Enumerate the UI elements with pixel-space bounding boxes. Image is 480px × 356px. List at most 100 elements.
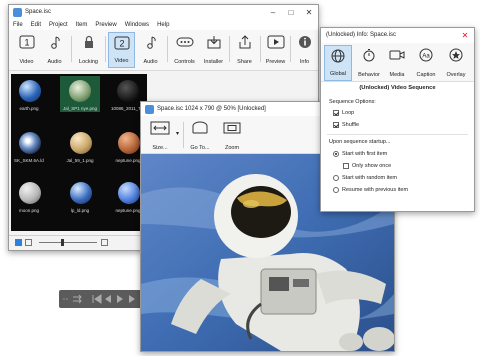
play-icon[interactable] [117, 295, 123, 303]
shuffle-icon[interactable] [73, 294, 82, 304]
chevron-down-icon[interactable]: ▾ [176, 130, 179, 137]
only-show-once-checkbox[interactable]: Only show once [343, 163, 391, 169]
toolbar-audio-1-button[interactable]: Audio [41, 32, 68, 68]
installer-icon [207, 36, 220, 49]
toolbar-label: Locking [79, 59, 98, 65]
tab-behavior[interactable]: Behavior [355, 45, 383, 81]
globe-icon [331, 49, 345, 63]
startup-label: Upon sequence startup... [329, 139, 390, 145]
prev-icon[interactable] [105, 295, 111, 303]
resume-previous-radio[interactable]: Resume with previous item [333, 187, 408, 193]
planet-image [118, 182, 140, 204]
tab-caption[interactable]: Aa Caption [412, 45, 440, 81]
toolbar-video-2-button[interactable]: 2 Video [108, 32, 135, 68]
svg-text:2: 2 [119, 39, 124, 49]
thumbnail-item[interactable]: earth.png [14, 76, 44, 112]
close-icon[interactable]: ✕ [300, 5, 318, 19]
toolbar-controls-button[interactable]: Controls [171, 32, 198, 68]
thumbnail-item[interactable]: lp_ld.png [65, 178, 95, 214]
startup-text: Upon sequence startup... [329, 139, 391, 145]
close-icon[interactable]: ✕ [456, 28, 474, 42]
planet-image [19, 80, 41, 102]
tab-media[interactable]: Media [384, 45, 410, 81]
toolbar-video-1-button[interactable]: 1 Video [13, 32, 40, 68]
app-icon [13, 7, 22, 17]
info-tabbar: Global Behavior Media Aa Caption Overlay [321, 43, 474, 82]
menu-windows[interactable]: Windows [121, 22, 153, 28]
radio-button[interactable] [333, 175, 339, 181]
main-toolbar: 1 Video Audio Locking 2 Video Audio Cont… [9, 30, 318, 71]
thumbnail-caption: neptune.png [115, 158, 141, 163]
thumbnail-item[interactable]: Jal_59_1.png [65, 128, 95, 164]
start-random-radio[interactable]: Start with random item [333, 175, 397, 181]
thumbnail-grid[interactable]: earth.png Jal_SP1 nye.png 10086_2011_Tra… [11, 74, 147, 231]
radio-label: Start with first item [342, 151, 388, 157]
toolbar-info-button[interactable]: Info [291, 32, 318, 68]
number-one-icon: 1 [19, 35, 34, 49]
menu-file[interactable]: File [9, 22, 27, 28]
thumbnail-caption: neptune.png [115, 208, 141, 213]
menu-help[interactable]: Help [153, 22, 173, 28]
radio-button[interactable] [333, 187, 339, 193]
thumbnail-item[interactable]: moon.png [14, 178, 44, 214]
music-note-icon [50, 36, 60, 49]
toolbar-installer-button[interactable]: Installer [200, 32, 227, 68]
menu-project[interactable]: Project [45, 22, 72, 28]
loop-checkbox[interactable]: Loop [333, 110, 354, 116]
thumbnail-caption: SK_SKM.6A.ld.png [14, 158, 44, 163]
main-window-title: Space.isc [25, 9, 52, 15]
loop-label: Loop [342, 110, 355, 116]
large-view-icon[interactable] [101, 239, 108, 246]
toolbar-label: Size... [152, 145, 168, 151]
toolbar-separator [229, 36, 230, 62]
size-button[interactable]: Size... [145, 118, 175, 154]
menu-preview[interactable]: Preview [91, 22, 120, 28]
only-show-once-box[interactable] [343, 163, 349, 169]
info-icon [298, 36, 311, 48]
sequence-options-text: Sequence Options: [329, 99, 376, 105]
menu-item[interactable]: Item [72, 22, 92, 28]
next-icon[interactable] [129, 295, 135, 303]
controls-icon [176, 37, 193, 47]
radio-button[interactable] [333, 151, 339, 157]
toolbar-separator [260, 36, 261, 62]
minimize-icon[interactable]: – [264, 5, 282, 19]
tab-label: Overlay [446, 72, 466, 78]
lock-icon [84, 35, 93, 48]
thumbnail-size-slider[interactable] [39, 242, 97, 243]
size-icon [150, 121, 170, 135]
tab-overlay[interactable]: Overlay [442, 45, 470, 81]
shuffle-checkbox[interactable]: Shuffle [333, 122, 359, 128]
slider-thumb[interactable] [61, 239, 64, 246]
list-view-icon[interactable] [25, 239, 32, 246]
shuffle-checkbox-box[interactable] [333, 122, 339, 128]
shuffle-label: Shuffle [342, 122, 360, 128]
maximize-icon[interactable]: □ [282, 5, 300, 19]
toolbar-share-button[interactable]: Share [231, 32, 258, 68]
planet-image [117, 80, 139, 102]
thumbnail-caption: moon.png [18, 208, 39, 213]
sequence-options-label: Sequence Options: [329, 99, 376, 105]
toolbar-audio-2-button[interactable]: Audio [137, 32, 164, 68]
goto-button[interactable]: Go To... [185, 118, 215, 154]
zoom-button[interactable]: Zoom [217, 118, 247, 154]
toolbar-preview-button[interactable]: Preview [262, 32, 289, 68]
thumbnail-item[interactable]: Jal_SP1 nye.png [60, 76, 100, 112]
start-first-radio[interactable]: Start with first item [333, 151, 387, 157]
thumbnail-item[interactable]: neptune.png [113, 128, 143, 164]
planet-image [70, 132, 92, 154]
menu-edit[interactable]: Edit [27, 22, 45, 28]
toolbar-label: Audio [143, 59, 158, 65]
info-titlebar[interactable]: (Unlocked) Info: Space.isc [321, 28, 474, 42]
toolbar-locking-button[interactable]: Locking [75, 32, 102, 68]
planet-image [19, 182, 41, 204]
thumbnail-item[interactable]: SK_SKM.6A.ld.png [14, 128, 44, 164]
thumbnail-item[interactable]: neptune.png [113, 178, 143, 214]
tab-global[interactable]: Global [324, 45, 352, 81]
grid-view-icon[interactable] [15, 239, 22, 246]
planet-image [118, 132, 140, 154]
info-window-title: (Unlocked) Info: Space.isc [326, 32, 397, 38]
app-icon [145, 104, 154, 114]
loop-checkbox-box[interactable] [333, 110, 339, 116]
skip-back-icon[interactable] [92, 294, 102, 304]
